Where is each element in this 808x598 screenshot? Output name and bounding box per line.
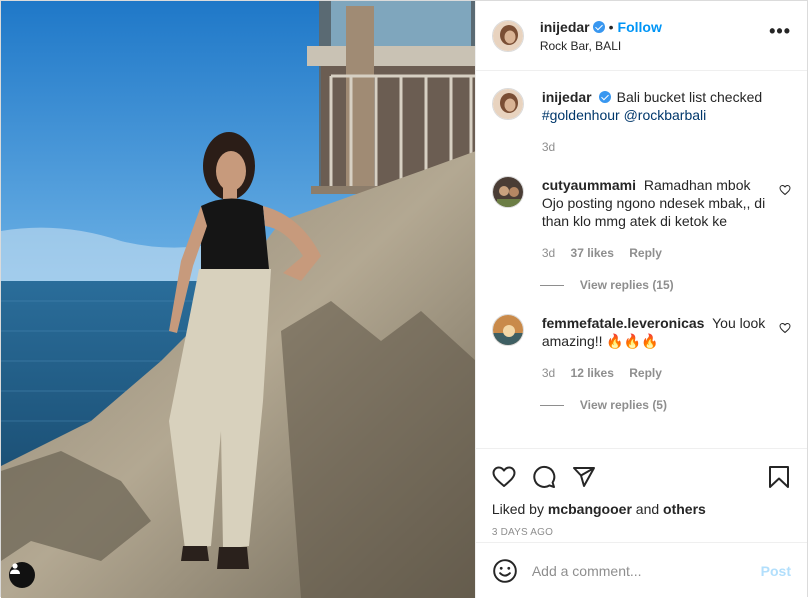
liked-by-others[interactable]: others bbox=[663, 501, 706, 517]
post-location[interactable]: Rock Bar, BALI bbox=[540, 39, 769, 53]
user-tag-icon[interactable] bbox=[9, 562, 35, 588]
follow-button[interactable]: Follow bbox=[618, 19, 662, 35]
caption-time[interactable]: 3d bbox=[542, 140, 555, 154]
caption: inijedar Bali bucket list checked #golden… bbox=[491, 88, 791, 156]
post-side-panel: inijedar • Follow Rock Bar, BALI ••• ini… bbox=[474, 1, 807, 598]
view-replies-button[interactable]: View replies (15) bbox=[539, 278, 791, 292]
beach-photo-illustration bbox=[1, 1, 475, 598]
caption-text: Bali bucket list checked bbox=[616, 89, 763, 105]
post-photo[interactable] bbox=[1, 1, 475, 598]
author-avatar[interactable] bbox=[491, 19, 524, 52]
add-comment-bar: Post bbox=[475, 542, 807, 598]
caption-username[interactable]: inijedar bbox=[542, 89, 592, 105]
post-header: inijedar • Follow Rock Bar, BALI ••• bbox=[475, 1, 807, 71]
comment-likes[interactable]: 37 likes bbox=[571, 246, 614, 260]
comment-username[interactable]: cutyaummami bbox=[542, 177, 636, 193]
liked-by-user[interactable]: mcbangooer bbox=[548, 501, 632, 517]
share-icon[interactable] bbox=[572, 457, 612, 497]
caption-avatar[interactable] bbox=[491, 88, 524, 120]
mention-link[interactable]: @rockbarbali bbox=[624, 107, 707, 123]
reply-button[interactable]: Reply bbox=[629, 246, 662, 260]
action-icons bbox=[492, 457, 791, 497]
commenter-avatar[interactable] bbox=[491, 314, 524, 346]
comment-time[interactable]: 3d bbox=[542, 246, 555, 260]
reply-button[interactable]: Reply bbox=[629, 366, 662, 380]
comment-like-heart-icon[interactable] bbox=[779, 322, 791, 334]
comments-list[interactable]: inijedar Bali bucket list checked #golden… bbox=[476, 72, 807, 448]
liked-by-prefix: Liked by bbox=[491, 501, 544, 517]
commenter-avatar[interactable] bbox=[491, 176, 524, 208]
comment-input[interactable] bbox=[531, 562, 761, 579]
verified-badge-icon bbox=[592, 20, 605, 33]
view-replies-label[interactable]: View replies (5) bbox=[580, 398, 667, 412]
heart-icon[interactable] bbox=[492, 457, 532, 497]
post-comment-button[interactable]: Post bbox=[761, 563, 791, 579]
post-actions: Liked by mcbangooer and others 3 DAYS AG… bbox=[475, 448, 807, 538]
comment-item: femmefatale.leveronicas You look amazing… bbox=[491, 314, 791, 382]
post-card: inijedar • Follow Rock Bar, BALI ••• ini… bbox=[0, 0, 808, 598]
replies-divider bbox=[539, 284, 564, 286]
comment-username[interactable]: femmefatale.leveronicas bbox=[542, 315, 705, 331]
smile-icon[interactable] bbox=[492, 558, 518, 584]
dot-separator: • bbox=[608, 18, 614, 35]
comment-time[interactable]: 3d bbox=[542, 366, 555, 380]
comment-likes[interactable]: 12 likes bbox=[571, 366, 614, 380]
comment-item: cutyaummami Ramadhan mbok Ojo posting ng… bbox=[491, 176, 791, 262]
view-replies-button[interactable]: View replies (5) bbox=[539, 398, 791, 412]
comment-like-heart-icon[interactable] bbox=[779, 184, 791, 196]
verified-badge-icon bbox=[598, 91, 611, 103]
comment-icon[interactable] bbox=[532, 457, 572, 497]
more-options-icon[interactable]: ••• bbox=[769, 21, 791, 42]
hashtag-link[interactable]: #goldenhour bbox=[542, 107, 620, 123]
bookmark-icon[interactable] bbox=[751, 457, 791, 497]
view-replies-label[interactable]: View replies (15) bbox=[580, 278, 674, 292]
author-username[interactable]: inijedar bbox=[540, 19, 590, 35]
liked-by: Liked by mcbangooer and others bbox=[492, 501, 791, 517]
liked-by-and: and bbox=[635, 501, 660, 517]
post-time-ago[interactable]: 3 DAYS AGO bbox=[492, 527, 791, 538]
replies-divider bbox=[539, 404, 564, 406]
